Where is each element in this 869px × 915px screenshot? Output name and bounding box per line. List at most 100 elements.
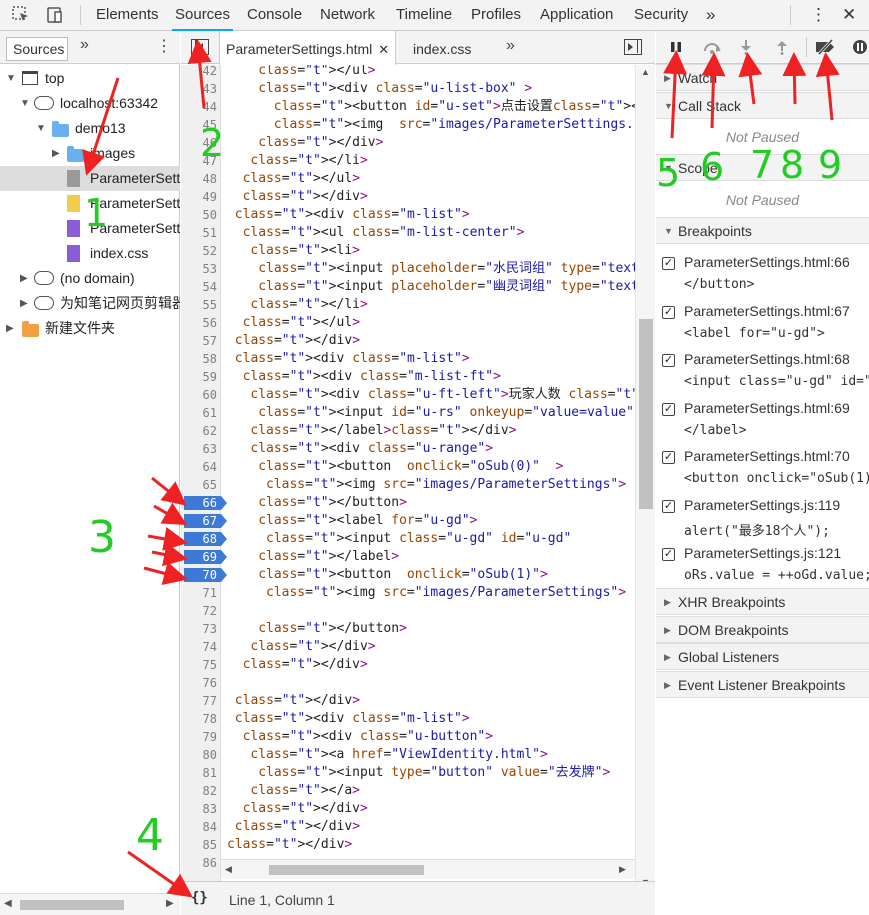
tree-item-parametersettings-js[interactable]: ParameterSettings.js	[0, 191, 180, 216]
line-number[interactable]: 56	[181, 314, 217, 332]
line-number[interactable]: 50	[181, 206, 217, 224]
toggle-navigator-icon[interactable]	[191, 39, 209, 55]
tab-security[interactable]: Security	[634, 0, 688, 31]
line-number[interactable]: 86	[181, 854, 217, 872]
scrollbar-thumb[interactable]	[639, 319, 653, 509]
tree-item-images[interactable]: ▶ images	[0, 141, 180, 166]
breakpoint-checkbox[interactable]: ✓	[662, 499, 675, 513]
tree-item-parametersettings-css[interactable]: ParameterSettings.css	[0, 216, 180, 241]
section-dom-breakpoints[interactable]: ▶ DOM Breakpoints	[656, 616, 869, 643]
line-number[interactable]: 72	[181, 602, 217, 620]
line-number[interactable]: 45	[181, 116, 217, 134]
line-number[interactable]: 81	[181, 764, 217, 782]
section-global-listeners[interactable]: ▶ Global Listeners	[656, 643, 869, 670]
line-number[interactable]: 64	[181, 458, 217, 476]
scroll-right-icon[interactable]: ▶	[166, 898, 174, 909]
line-number[interactable]: 51	[181, 224, 217, 242]
line-number[interactable]: 79	[181, 728, 217, 746]
line-number[interactable]: 70	[181, 566, 217, 584]
line-number[interactable]: 69	[181, 548, 217, 566]
tab-elements[interactable]: Elements	[96, 0, 159, 31]
line-number[interactable]: 57	[181, 332, 217, 350]
scroll-up-icon[interactable]: ▲	[641, 67, 650, 77]
more-navigator-tabs-icon[interactable]: »	[80, 36, 89, 54]
line-number[interactable]: 42	[181, 65, 217, 80]
scrollbar-thumb[interactable]	[20, 900, 124, 910]
tab-console[interactable]: Console	[247, 0, 302, 31]
section-breakpoints[interactable]: ▼ Breakpoints	[656, 217, 869, 244]
line-number[interactable]: 85	[181, 836, 217, 854]
breakpoint-checkbox[interactable]: ✓	[662, 451, 675, 464]
line-number[interactable]: 74	[181, 638, 217, 656]
toggle-debugger-icon[interactable]	[624, 39, 642, 55]
line-number[interactable]: 73	[181, 620, 217, 638]
close-tab-icon[interactable]: ✕	[378, 42, 389, 57]
tree-item-index-css[interactable]: index.css	[0, 241, 180, 266]
editor-tab-index-css[interactable]: index.css	[413, 31, 471, 64]
navigator-menu-icon[interactable]: ⋮	[156, 36, 172, 56]
line-number[interactable]: 76	[181, 674, 217, 692]
line-number[interactable]: 63	[181, 440, 217, 458]
line-number[interactable]: 55	[181, 296, 217, 314]
line-number-gutter[interactable]: 42 43 44 45 46 47 48 49 50 51 52 53 54 55 56 57 58 59 60 61…	[181, 65, 227, 893]
line-number[interactable]: 65	[181, 476, 217, 494]
pause-icon[interactable]	[664, 36, 688, 58]
customize-menu-icon[interactable]: ⋮	[810, 0, 827, 31]
line-number[interactable]: 53	[181, 260, 217, 278]
line-number[interactable]: 46	[181, 134, 217, 152]
pause-on-exceptions-icon[interactable]	[848, 36, 869, 58]
tab-sources[interactable]: Sources	[171, 0, 234, 31]
line-number[interactable]: 66	[181, 494, 217, 512]
line-number[interactable]: 58	[181, 350, 217, 368]
line-number[interactable]: 54	[181, 278, 217, 296]
line-number[interactable]: 75	[181, 656, 217, 674]
close-devtools-icon[interactable]: ✕	[842, 0, 856, 31]
breakpoint-checkbox[interactable]: ✓	[662, 548, 675, 561]
code-horizontal-scrollbar[interactable]: ◀ ▶	[221, 859, 635, 879]
line-number[interactable]: 71	[181, 584, 217, 602]
tab-profiles[interactable]: Profiles	[471, 0, 521, 31]
line-number[interactable]: 67	[181, 512, 217, 530]
scroll-right-icon[interactable]: ▶	[619, 864, 626, 875]
breakpoint-checkbox[interactable]: ✓	[662, 257, 675, 270]
line-number[interactable]: 62	[181, 422, 217, 440]
navigator-horizontal-scrollbar[interactable]: ◀ ▶	[0, 893, 180, 915]
deactivate-breakpoints-icon[interactable]	[814, 36, 838, 58]
line-number[interactable]: 61	[181, 404, 217, 422]
breakpoint-item[interactable]: ✓ ParameterSettings.html:67 <label for="u-…	[656, 302, 869, 350]
editor-tab-parametersettings-html[interactable]: ParameterSettings.html ✕	[219, 31, 397, 65]
device-toolbar-icon[interactable]	[43, 4, 65, 26]
section-xhr-breakpoints[interactable]: ▶ XHR Breakpoints	[656, 588, 869, 615]
line-number[interactable]: 83	[181, 800, 217, 818]
tree-item-parametersettings-html[interactable]: ParameterSettings.html	[0, 166, 180, 191]
step-out-icon[interactable]	[770, 36, 794, 58]
line-number[interactable]: 60	[181, 386, 217, 404]
section-call-stack[interactable]: ▼ Call Stack	[656, 92, 869, 119]
breakpoint-checkbox[interactable]: ✓	[662, 305, 675, 319]
more-tabs-icon[interactable]: »	[706, 0, 715, 31]
line-number[interactable]: 48	[181, 170, 217, 188]
breakpoint-item[interactable]: ✓ ParameterSettings.js:119 alert("最多18个人")…	[656, 496, 869, 544]
line-number[interactable]: 52	[181, 242, 217, 260]
navigator-tab-sources[interactable]: Sources	[6, 37, 68, 61]
step-over-icon[interactable]	[700, 36, 724, 58]
line-number[interactable]: 77	[181, 692, 217, 710]
scroll-left-icon[interactable]: ◀	[225, 864, 232, 875]
breakpoint-item[interactable]: ✓ ParameterSettings.js:121 oRs.value = ++o…	[656, 544, 869, 592]
section-event-listener-breakpoints[interactable]: ▶ Event Listener Breakpoints	[656, 671, 869, 698]
tab-timeline[interactable]: Timeline	[396, 0, 452, 31]
inspect-element-icon[interactable]	[10, 4, 32, 26]
tab-network[interactable]: Network	[320, 0, 375, 31]
code-vertical-scrollbar[interactable]: ▲ ▼	[635, 65, 655, 893]
code-view[interactable]: 42 43 44 45 46 47 48 49 50 51 52 53 54 55 56 57 58 59 60 61…	[181, 65, 655, 893]
step-into-icon[interactable]	[734, 36, 758, 58]
more-editor-tabs-icon[interactable]: »	[506, 37, 515, 55]
tree-item-demo13[interactable]: ▼ demo13	[0, 116, 180, 141]
breakpoint-item[interactable]: ✓ ParameterSettings.html:70 <button onclic…	[656, 447, 869, 495]
section-scope[interactable]: ▼ Scope	[656, 154, 869, 181]
tree-item-top[interactable]: ▼ top	[0, 66, 180, 91]
tree-item-no-domain[interactable]: ▶ (no domain)	[0, 266, 180, 291]
breakpoint-checkbox[interactable]: ✓	[662, 402, 675, 416]
tab-application[interactable]: Application	[540, 0, 613, 31]
breakpoint-item[interactable]: ✓ ParameterSettings.html:69 </label>	[656, 399, 869, 447]
